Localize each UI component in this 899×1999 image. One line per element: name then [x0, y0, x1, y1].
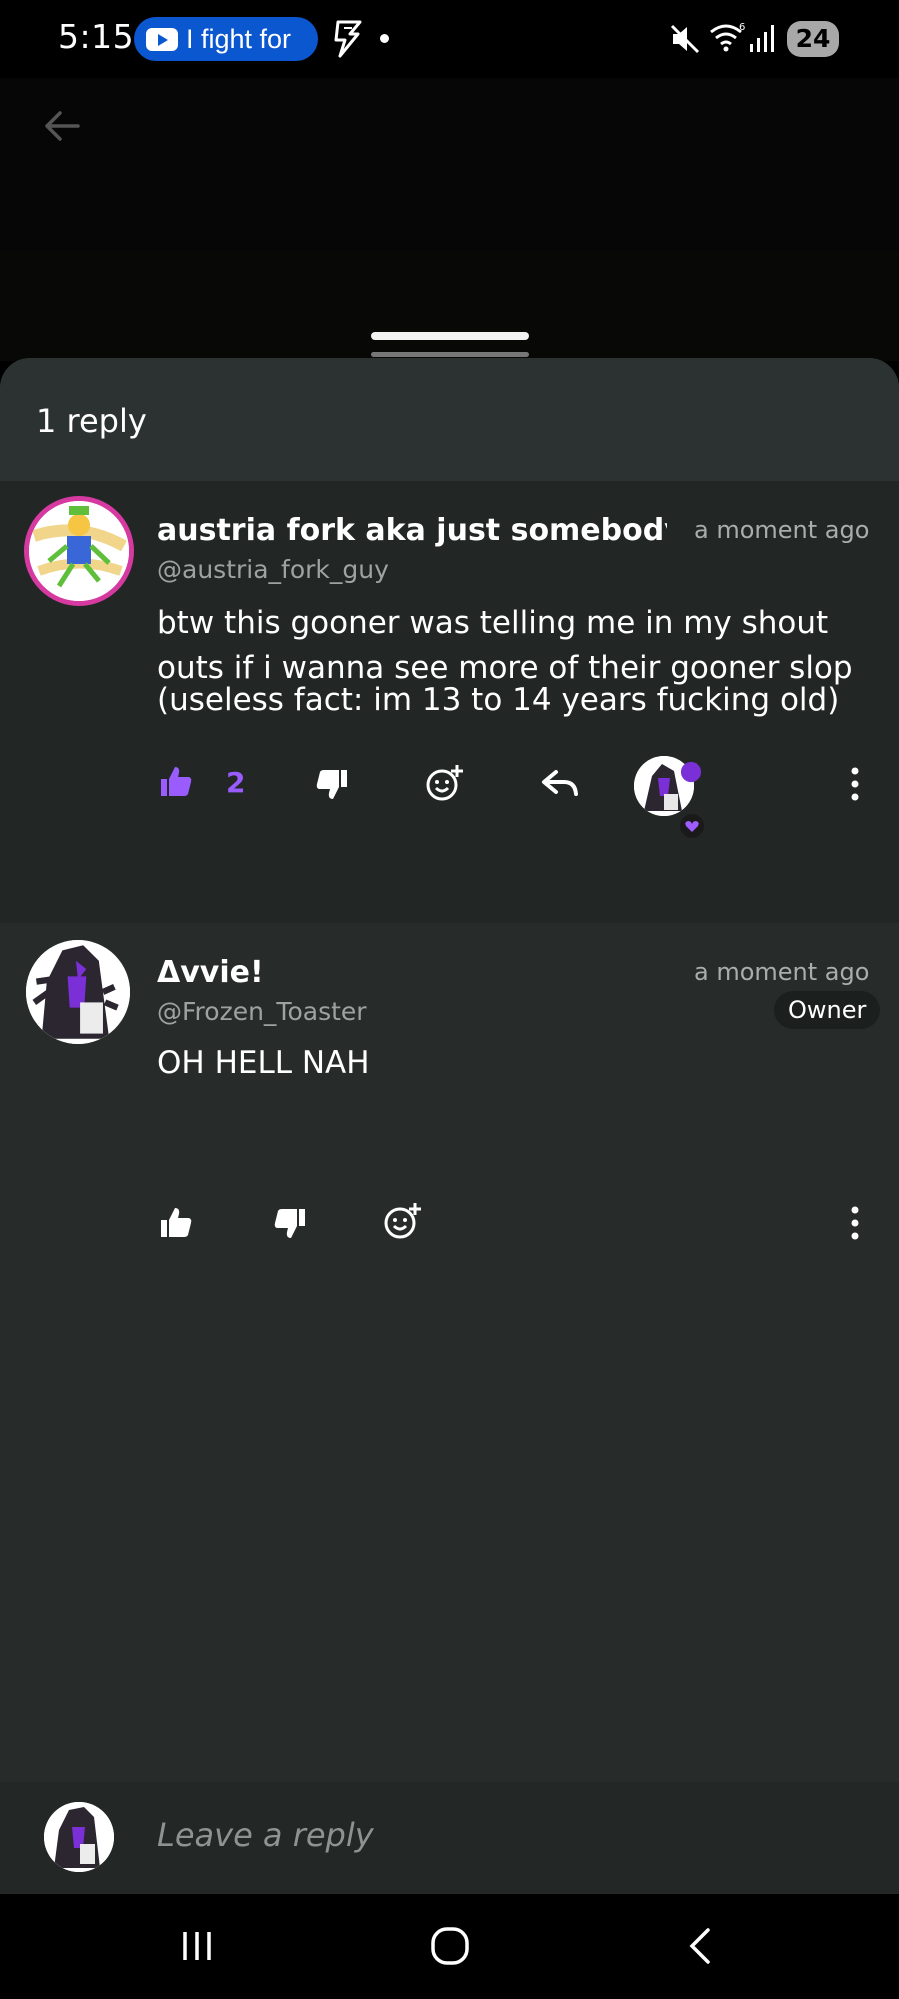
thumbs-down-icon[interactable]	[270, 1203, 310, 1243]
author-handle[interactable]: @Frozen_Toaster	[157, 997, 367, 1026]
parent-comment: austria fork aka just somebody o a momen…	[0, 481, 899, 923]
current-user-avatar	[44, 1802, 114, 1872]
wolf-avatar-icon	[26, 940, 130, 1044]
svg-text:6: 6	[739, 22, 745, 33]
avatar[interactable]	[26, 940, 130, 1044]
bolt-icon	[334, 20, 362, 58]
home-icon[interactable]	[428, 1924, 472, 1968]
author-name[interactable]: austria fork aka just somebody o	[157, 513, 667, 548]
youtube-icon	[146, 27, 178, 51]
signal-icon	[750, 25, 774, 52]
reply-icon[interactable]	[540, 764, 580, 804]
avatar[interactable]	[24, 496, 134, 606]
sheet-title: 1 reply	[36, 402, 147, 440]
timestamp: a moment ago	[694, 958, 870, 986]
dimmed-band	[0, 251, 899, 361]
comment-body: (useless fact: im 13 to 14 years fucking…	[157, 682, 840, 718]
heart-badge-icon	[680, 761, 702, 783]
reply-comment: Δvvie! a moment ago @Frozen_Toaster Owne…	[0, 923, 899, 1240]
more-vert-icon[interactable]	[835, 764, 875, 804]
mute-icon	[670, 24, 700, 54]
dimmed-background	[0, 78, 899, 251]
recents-icon[interactable]	[175, 1924, 219, 1968]
back-arrow-icon[interactable]	[40, 104, 84, 148]
system-nav-bar	[0, 1894, 899, 1999]
like-count: 2	[226, 766, 246, 799]
status-bar: 5:15 I fight for 6 24	[0, 0, 899, 78]
heart-icon	[680, 814, 704, 838]
wifi-icon: 6	[710, 22, 745, 52]
sheet-header: 1 reply	[0, 358, 899, 481]
battery-indicator: 24	[787, 21, 839, 57]
drag-handle-shadow	[371, 352, 529, 357]
owner-badge: Owner	[774, 991, 881, 1029]
back-icon[interactable]	[680, 1924, 724, 1968]
notification-dot-icon	[380, 34, 389, 43]
drag-handle[interactable]	[371, 332, 529, 340]
timestamp: a moment ago	[694, 516, 870, 544]
thumbs-up-icon[interactable]	[156, 1203, 196, 1243]
more-vert-icon[interactable]	[835, 1203, 875, 1243]
media-pill-text: I fight for	[186, 23, 292, 54]
thumbs-up-icon[interactable]	[156, 762, 196, 802]
add-reaction-icon[interactable]	[424, 763, 464, 803]
replies-sheet: 1 reply austria fork aka just somebody o…	[0, 358, 899, 1782]
add-reaction-icon[interactable]	[382, 1201, 422, 1241]
author-name[interactable]: Δvvie!	[157, 955, 264, 990]
reply-input[interactable]: Leave a reply	[157, 1816, 374, 1854]
thumbs-down-icon[interactable]	[312, 764, 352, 804]
status-time: 5:15	[58, 17, 135, 56]
comment-body: OH HELL NAH	[157, 1045, 370, 1081]
current-user-avatar-icon	[44, 1802, 114, 1872]
frog-avatar-icon	[29, 501, 129, 601]
reply-input-bar: Leave a reply	[0, 1782, 899, 1894]
media-pill[interactable]: I fight for	[134, 17, 318, 61]
author-handle[interactable]: @austria_fork_guy	[157, 555, 389, 584]
